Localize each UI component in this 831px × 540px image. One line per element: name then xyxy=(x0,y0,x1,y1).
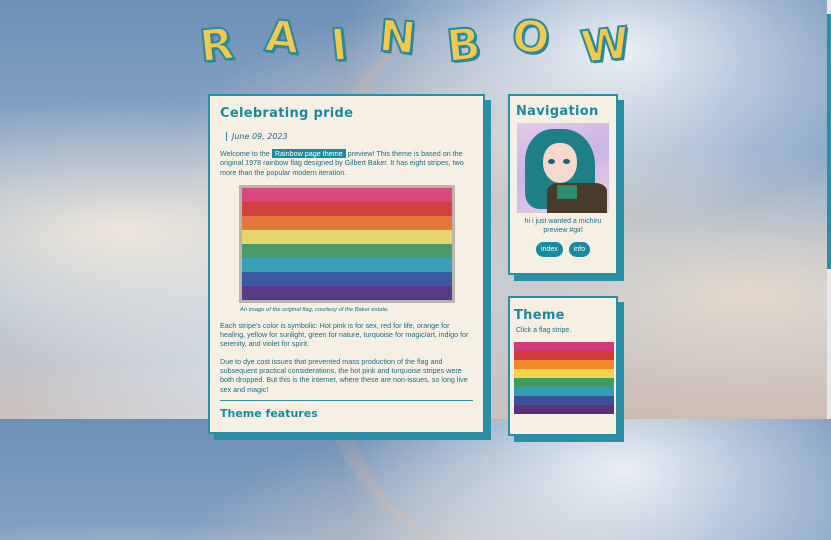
site-title: RAINBOW xyxy=(196,9,634,75)
main-post-panel: Celebrating pride June 09, 2023 Welcome … xyxy=(208,94,485,434)
title-letter: W xyxy=(578,17,634,75)
flag-stripe xyxy=(241,257,452,272)
info-button[interactable]: info xyxy=(568,242,591,257)
theme-panel: Theme Click a flag stripe. xyxy=(508,296,618,436)
title-letter: N xyxy=(376,9,419,65)
post-title: Celebrating pride xyxy=(220,106,354,121)
theme-stripe-4[interactable] xyxy=(514,369,614,378)
theme-flag-stripes xyxy=(514,342,614,414)
post-date: June 09, 2023 xyxy=(226,132,473,141)
flag-stripe xyxy=(241,271,452,286)
flag-stripe xyxy=(241,201,452,216)
post-paragraph-symbolism: Each stripe's color is symbolic: Hot pin… xyxy=(220,320,469,349)
intro-before: Welcome to the xyxy=(220,149,272,158)
avatar-caption: hi i just wanted a michiru preview #girl xyxy=(524,218,602,234)
original-flag-image xyxy=(238,184,455,303)
theme-subtitle: Click a flag stripe. xyxy=(516,327,572,334)
navigation-title: Navigation xyxy=(516,104,599,119)
title-letter: A xyxy=(262,10,302,66)
avatar-image xyxy=(517,123,609,213)
title-letter: B xyxy=(444,17,485,73)
flag-stripe xyxy=(241,215,452,230)
post-paragraph-history: Due to dye cost issues that prevented ma… xyxy=(220,356,468,394)
index-button[interactable]: index xyxy=(535,242,563,257)
theme-stripe-6[interactable] xyxy=(514,387,614,396)
theme-link[interactable]: Rainbow page theme xyxy=(271,149,346,158)
section-heading-theme-features: Theme features xyxy=(220,406,318,420)
title-letter: O xyxy=(509,9,553,65)
theme-stripe-8[interactable] xyxy=(514,405,614,414)
theme-stripe-7[interactable] xyxy=(514,396,614,405)
flag-stripe xyxy=(241,285,452,300)
theme-stripe-1[interactable] xyxy=(514,342,614,351)
image-caption: An image of the original flag, courtesy … xyxy=(240,306,389,313)
theme-title: Theme xyxy=(514,308,565,323)
theme-stripe-2[interactable] xyxy=(514,351,614,360)
flag-stripe xyxy=(241,243,452,258)
flag-stripe xyxy=(241,187,452,202)
scrollbar-thumb[interactable] xyxy=(827,14,831,269)
navigation-panel: Navigation hi i just wanted a michiru pr… xyxy=(508,94,618,275)
title-letter: I xyxy=(327,18,351,72)
theme-stripe-5[interactable] xyxy=(514,378,614,387)
post-intro: Welcome to the Rainbow page theme previe… xyxy=(220,149,473,177)
title-letter: R xyxy=(196,17,237,73)
section-divider xyxy=(220,399,473,401)
theme-stripe-3[interactable] xyxy=(514,360,614,369)
flag-stripe xyxy=(241,229,452,244)
